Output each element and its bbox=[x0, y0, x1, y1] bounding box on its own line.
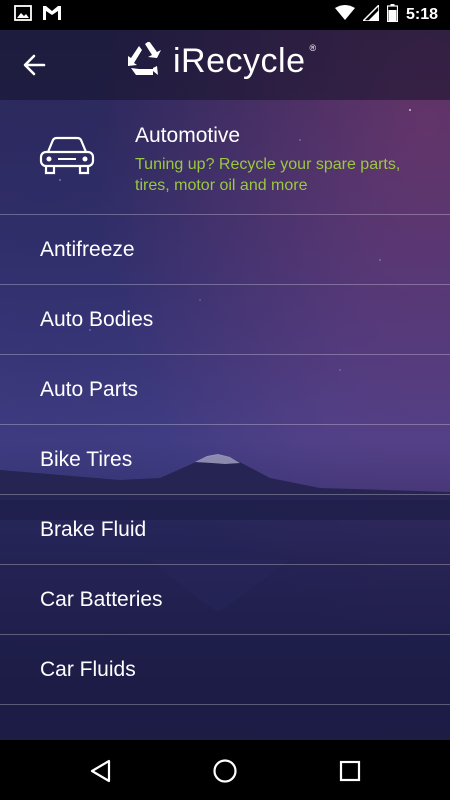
car-icon bbox=[38, 136, 96, 181]
arrow-left-icon bbox=[18, 54, 52, 84]
recents-square-icon bbox=[335, 760, 365, 790]
list-item-label: Brake Fluid bbox=[40, 517, 147, 541]
status-bar: 5:18 bbox=[0, 0, 450, 30]
registered-mark: ® bbox=[309, 42, 317, 53]
category-description: Tuning up? Recycle your spare parts, tir… bbox=[135, 156, 401, 194]
navigation-bar bbox=[0, 740, 450, 800]
list-item-brake-fluid[interactable]: Brake Fluid bbox=[0, 495, 450, 565]
list-item-auto-bodies[interactable]: Auto Bodies bbox=[0, 285, 450, 355]
app-bar: iRecycle ® bbox=[0, 30, 450, 100]
gmail-icon bbox=[42, 5, 62, 26]
status-time: 5:18 bbox=[405, 6, 438, 23]
list-item-bike-tires[interactable]: Bike Tires bbox=[0, 425, 450, 495]
recycle-icon bbox=[127, 41, 163, 81]
nav-recents-button[interactable] bbox=[335, 756, 365, 786]
category-title: Automotive bbox=[135, 124, 241, 147]
list-item-label: Car Batteries bbox=[40, 587, 163, 611]
app-title: iRecycle bbox=[173, 42, 306, 80]
list-item-car-batteries[interactable]: Car Batteries bbox=[0, 565, 450, 635]
item-list: Antifreeze Auto Bodies Auto Parts Bike T… bbox=[0, 215, 450, 705]
image-icon bbox=[14, 4, 32, 27]
list-item-label: Auto Parts bbox=[40, 377, 139, 401]
list-item-label: Car Fluids bbox=[40, 657, 136, 681]
battery-icon bbox=[386, 3, 399, 27]
list-item-label: Auto Bodies bbox=[40, 307, 154, 331]
app-logo: iRecycle ® bbox=[127, 41, 322, 81]
nav-home-button[interactable] bbox=[210, 756, 240, 786]
wifi-icon bbox=[334, 4, 355, 26]
list-item-car-fluids[interactable]: Car Fluids bbox=[0, 635, 450, 705]
list-item-label: Bike Tires bbox=[40, 447, 133, 471]
back-button[interactable] bbox=[18, 50, 52, 80]
list-item-antifreeze[interactable]: Antifreeze bbox=[0, 215, 450, 285]
home-circle-icon bbox=[210, 759, 240, 790]
category-header: Automotive Tuning up? Recycle your spare… bbox=[0, 100, 450, 215]
signal-icon bbox=[361, 2, 380, 26]
list-item-label: Antifreeze bbox=[40, 237, 135, 261]
nav-back-button[interactable] bbox=[86, 756, 116, 786]
back-triangle-icon bbox=[86, 759, 116, 790]
list-item-auto-parts[interactable]: Auto Parts bbox=[0, 355, 450, 425]
